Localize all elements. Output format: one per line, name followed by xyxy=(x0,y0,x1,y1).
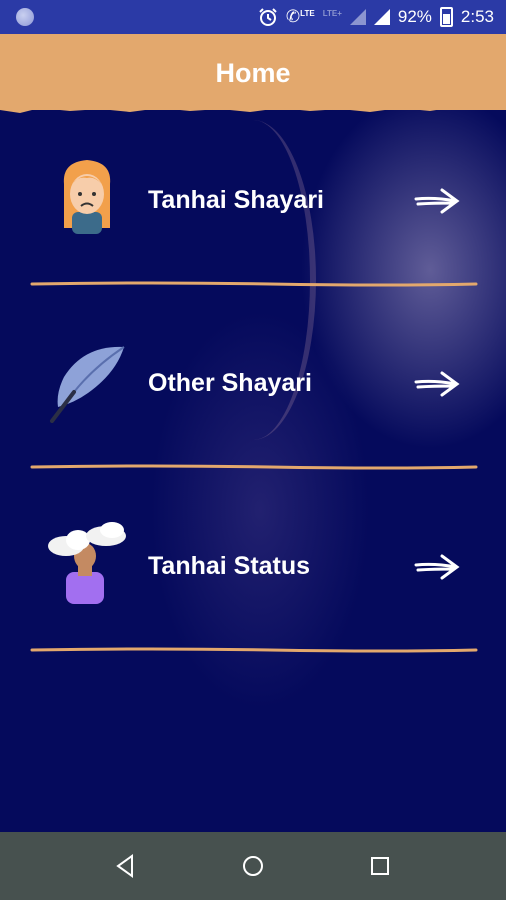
alarm-icon xyxy=(259,8,277,26)
menu-item-other-shayari[interactable]: Other Shayari xyxy=(0,323,506,443)
recents-icon[interactable] xyxy=(364,850,396,882)
signal-icon xyxy=(373,9,390,25)
divider xyxy=(30,281,478,287)
arrow-right-icon[interactable] xyxy=(414,552,460,582)
cloud-head-person-icon xyxy=(48,522,126,604)
navigation-bar xyxy=(0,832,506,900)
signal-2-icon: LTE+ xyxy=(323,7,342,27)
network-label-2: LTE+ xyxy=(322,9,342,18)
feather-icon xyxy=(50,346,125,423)
notification-icon xyxy=(16,8,34,26)
menu-item-label: Other Shayari xyxy=(148,369,312,397)
menu-item-tanhai-status[interactable]: Tanhai Status xyxy=(0,506,506,626)
menu-item-label: Tanhai Status xyxy=(148,552,311,580)
divider xyxy=(30,647,478,653)
back-icon[interactable] xyxy=(110,850,142,882)
battery-icon xyxy=(439,7,453,27)
call-icon: ✆LTE xyxy=(285,7,315,26)
arrow-right-icon[interactable] xyxy=(414,186,460,216)
divider xyxy=(30,464,478,470)
status-bar: ✆LTE LTE+ 92% 2:53 xyxy=(0,0,506,34)
clock: 2:53 xyxy=(460,7,494,26)
battery-percent: 92% xyxy=(397,7,432,26)
menu-item-tanhai-shayari[interactable]: Tanhai Shayari xyxy=(0,140,506,260)
sad-girl-icon xyxy=(63,160,111,234)
network-label: LTE xyxy=(300,9,315,18)
menu-item-label: Tanhai Shayari xyxy=(148,186,324,214)
home-icon[interactable] xyxy=(237,850,269,882)
signal-weak-icon xyxy=(349,9,366,25)
arrow-right-icon[interactable] xyxy=(414,369,460,399)
page-title: Home xyxy=(215,58,291,88)
